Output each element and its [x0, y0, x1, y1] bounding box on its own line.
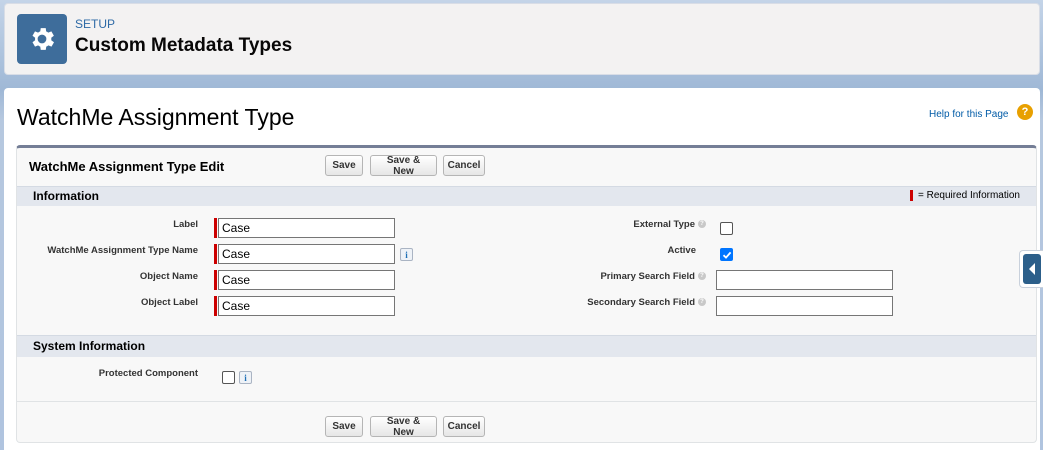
info-icon[interactable]: i: [400, 248, 413, 261]
object-label-field-label: Object Label: [140, 297, 198, 308]
info-icon[interactable]: i: [239, 371, 252, 384]
required-indicator: [214, 296, 217, 316]
required-indicator: [214, 270, 217, 290]
save-new-button-top[interactable]: Save & New: [370, 155, 437, 177]
object-name-input[interactable]: Case: [218, 270, 395, 290]
required-legend-text: = Required Information: [917, 190, 1020, 201]
external-type-checkbox[interactable]: [720, 222, 733, 235]
information-section-header: Information = Required Information: [17, 186, 1036, 206]
external-type-field-label: External Type?: [633, 219, 706, 230]
label-input[interactable]: Case: [218, 218, 395, 238]
information-section-title: Information: [33, 189, 99, 203]
label-field-label: Label: [173, 219, 198, 230]
required-indicator: [214, 218, 217, 238]
button-row-divider: [17, 401, 1036, 402]
secondary-search-input[interactable]: [716, 296, 893, 316]
page-title: WatchMe Assignment Type: [17, 104, 295, 130]
primary-search-input[interactable]: [716, 270, 893, 290]
required-marker: [909, 190, 913, 201]
primary-search-label-text: Primary Search Field: [600, 271, 695, 282]
cancel-button-bottom[interactable]: Cancel: [443, 416, 485, 437]
help-icon[interactable]: ?: [1017, 104, 1033, 120]
protected-component-label: Protected Component: [98, 368, 198, 379]
secondary-search-label-text: Secondary Search Field: [587, 297, 695, 308]
secondary-search-field-label: Secondary Search Field?: [587, 297, 706, 308]
edit-block-title: WatchMe Assignment Type Edit: [29, 159, 225, 174]
help-link[interactable]: Help for this Page: [929, 109, 1009, 120]
object-label-input[interactable]: Case: [218, 296, 395, 316]
setup-header: SETUP Custom Metadata Types: [4, 3, 1040, 75]
protected-component-checkbox[interactable]: [222, 371, 235, 384]
checkmark-icon: [722, 251, 731, 259]
help-icon[interactable]: ?: [698, 272, 706, 281]
type-name-field-label: WatchMe Assignment Type Name: [47, 245, 198, 256]
help-icon[interactable]: ?: [698, 220, 706, 229]
gear-icon: [17, 14, 67, 64]
page-header-title: Custom Metadata Types: [75, 35, 293, 56]
save-new-button-bottom[interactable]: Save & New: [370, 416, 437, 438]
system-section-title: System Information: [33, 339, 146, 353]
required-indicator: [214, 244, 217, 264]
object-name-field-label: Object Name: [139, 271, 198, 282]
main-page: WatchMe Assignment Type Help for this Pa…: [4, 88, 1040, 450]
system-section-header: System Information: [17, 335, 1036, 357]
external-type-label-text: External Type: [633, 219, 695, 230]
type-name-input[interactable]: Case: [218, 244, 395, 264]
save-button-bottom[interactable]: Save: [325, 416, 363, 437]
side-panel-toggle[interactable]: [1019, 250, 1043, 288]
active-checkbox[interactable]: [720, 248, 733, 261]
edit-block: WatchMe Assignment Type Edit Save Save &…: [16, 145, 1037, 443]
save-button-top[interactable]: Save: [325, 155, 363, 176]
required-legend: = Required Information: [909, 190, 1020, 201]
chevron-left-icon: [1023, 254, 1041, 284]
primary-search-field-label: Primary Search Field?: [600, 271, 706, 282]
active-field-label: Active: [667, 245, 696, 256]
cancel-button-top[interactable]: Cancel: [443, 155, 485, 176]
setup-kicker[interactable]: SETUP: [75, 17, 115, 31]
help-icon[interactable]: ?: [698, 298, 706, 307]
